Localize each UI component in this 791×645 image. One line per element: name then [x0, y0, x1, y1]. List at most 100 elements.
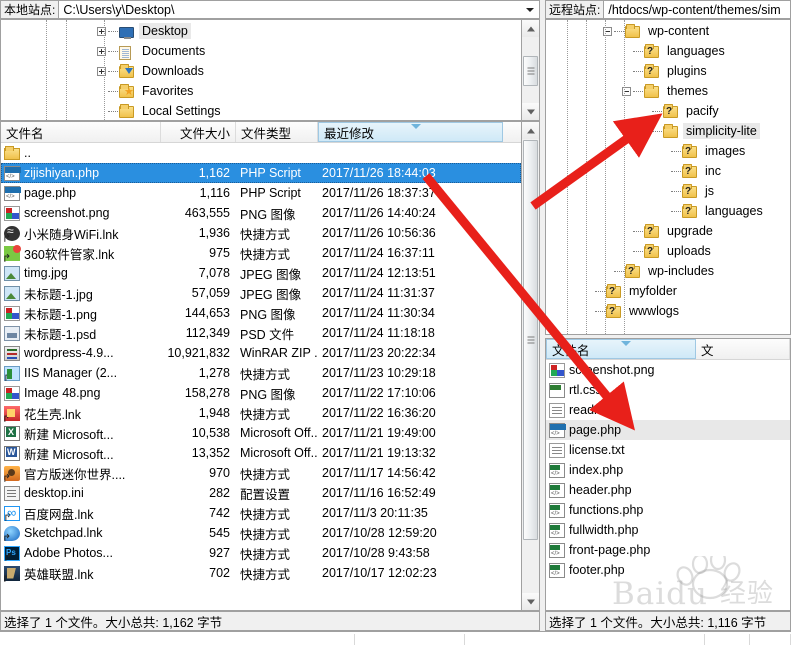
column-header-name[interactable]: 文件名	[1, 122, 161, 142]
local-file-list[interactable]: 文件名 文件大小文件类型 最近修改 .. zijishiyan.php 1,162 PHP…	[0, 121, 522, 611]
table-row[interactable]: ..	[1, 143, 521, 163]
cell-filetype: Microsoft Off...	[240, 426, 318, 440]
tree-node[interactable]: js	[546, 181, 790, 201]
jpg-file-icon	[4, 265, 20, 281]
table-row[interactable]: 新建 Microsoft... 10,538 Microsoft Off... 201…	[1, 423, 521, 443]
table-row[interactable]: 360软件管家.lnk 975 快捷方式 2017/11/24 16:37:11	[1, 243, 521, 263]
collapse-minus-icon[interactable]	[641, 126, 650, 136]
tree-node[interactable]: Documents	[1, 41, 521, 61]
local-directory-tree[interactable]: Desktop Documents Downloads Favorites Local …	[0, 19, 522, 121]
cell-filesize: 742	[209, 506, 230, 520]
tree-node[interactable]: myfolder	[546, 281, 790, 301]
tree-node[interactable]: inc	[546, 161, 790, 181]
cell-filename: 未标题-1.jpg	[1, 284, 161, 303]
tree-node[interactable]: Desktop	[1, 21, 521, 41]
table-row[interactable]: screenshot.png 463,555 PNG 图像 2017/11/26 14…	[1, 203, 521, 223]
sort-descending-icon	[621, 341, 631, 346]
local-list-rows[interactable]: .. zijishiyan.php 1,162 PHP Script 2017/11/2…	[1, 143, 521, 583]
table-row[interactable]: page.php	[546, 420, 790, 440]
tree-node[interactable]: images	[546, 141, 790, 161]
table-row[interactable]: page.php 1,116 PHP Script 2017/11/26 18:37:…	[1, 183, 521, 203]
column-header-size[interactable]: 文件大小	[161, 122, 236, 142]
table-row[interactable]: 花生壳.lnk 1,948 快捷方式 2017/11/22 16:36:20	[1, 403, 521, 423]
table-row[interactable]: readme.txt	[546, 400, 790, 420]
column-header-type[interactable]: 文件类型	[236, 122, 318, 142]
table-row[interactable]: rtl.css	[546, 380, 790, 400]
360-shortcut-icon	[2, 244, 21, 263]
cell-filename: 新建 Microsoft...	[1, 444, 161, 463]
table-row[interactable]: Sketchpad.lnk 545 快捷方式 2017/10/28 12:59:20	[1, 523, 521, 543]
tree-node[interactable]: plugins	[546, 61, 790, 81]
scroll-up-button[interactable]	[522, 122, 539, 139]
tree-node-label: languages	[705, 204, 763, 218]
table-row[interactable]: 新建 Microsoft... 13,352 Microsoft Off... 201…	[1, 443, 521, 463]
cell-filesize: 545	[209, 526, 230, 540]
filename-text: timg.jpg	[24, 266, 68, 280]
column-header-name[interactable]: 文件名	[546, 339, 696, 359]
tree-node[interactable]: Downloads	[1, 61, 521, 81]
tree-node[interactable]: upgrade	[546, 221, 790, 241]
table-row[interactable]: Adobe Photos... 927 快捷方式 2017/10/28 9:43:58	[1, 543, 521, 563]
table-row[interactable]: fullwidth.php	[546, 520, 790, 540]
local-tree-scrollbar[interactable]	[522, 19, 540, 121]
table-row[interactable]: license.txt	[546, 440, 790, 460]
tree-node[interactable]: themes	[546, 81, 790, 101]
remote-path-label: 远程站点:	[545, 0, 604, 19]
tree-node[interactable]: simplicity-lite	[546, 121, 790, 141]
local-list-header[interactable]: 文件名 文件大小 文件类型 最近修改	[1, 122, 521, 143]
tree-node[interactable]: wp-content	[546, 21, 790, 41]
table-row[interactable]: header.php	[546, 480, 790, 500]
table-row[interactable]: 小米随身WiFi.lnk 1,936 快捷方式 2017/11/26 10:56:36	[1, 223, 521, 243]
tree-node[interactable]: pacify	[546, 101, 790, 121]
table-row[interactable]: desktop.ini 282 配置设置 2017/11/16 16:52:49	[1, 483, 521, 503]
scroll-down-button[interactable]	[522, 103, 539, 120]
tree-node[interactable]: languages	[546, 41, 790, 61]
remote-path-value: /htdocs/wp-content/themes/sim	[608, 2, 781, 17]
remote-list-header[interactable]: 文件名 文	[546, 339, 790, 360]
table-row[interactable]: timg.jpg 7,078 JPEG 图像 2017/11/24 12:13:51	[1, 263, 521, 283]
table-row[interactable]: 官方版迷你世界.... 970 快捷方式 2017/11/17 14:56:42	[1, 463, 521, 483]
tree-node[interactable]: languages	[546, 201, 790, 221]
tree-node[interactable]: Favorites	[1, 81, 521, 101]
remote-file-list[interactable]: 文件名 文 screenshot.png rtl.css readme.txt page…	[545, 338, 791, 611]
table-row[interactable]: functions.php	[546, 500, 790, 520]
table-row[interactable]: screenshot.png	[546, 360, 790, 380]
table-row[interactable]: 未标题-1.jpg 57,059 JPEG 图像 2017/11/24 11:31:3…	[1, 283, 521, 303]
tree-node[interactable]: Local Settings	[1, 101, 521, 120]
table-row[interactable]: zijishiyan.php 1,162 PHP Script 2017/11/26 …	[1, 163, 521, 183]
table-row[interactable]: 百度网盘.lnk 742 快捷方式 2017/11/3 20:11:35	[1, 503, 521, 523]
local-list-scrollbar[interactable]	[522, 121, 540, 611]
scrollbar-thumb[interactable]	[523, 140, 538, 540]
tree-node[interactable]: uploads	[546, 241, 790, 261]
table-row[interactable]: IIS Manager (2... 1,278 快捷方式 2017/11/23 10:…	[1, 363, 521, 383]
chevron-down-icon[interactable]	[526, 7, 534, 12]
table-row[interactable]: footer.php	[546, 560, 790, 580]
table-row[interactable]: wordpress-4.9... 10,921,832 WinRAR ZIP ...…	[1, 343, 521, 363]
cell-filename: zijishiyan.php	[1, 165, 161, 181]
table-row[interactable]: Image 48.png 158,278 PNG 图像 2017/11/22 17:1…	[1, 383, 521, 403]
cell-filesize: 144,653	[184, 306, 230, 320]
tree-node-label: js	[705, 184, 715, 198]
column-header-size[interactable]: 文	[696, 339, 790, 359]
table-row[interactable]: 未标题-1.psd 112,349 PSD 文件 2017/11/24 11:18:1…	[1, 323, 521, 343]
column-header-date[interactable]: 最近修改	[318, 122, 503, 142]
local-path-combobox[interactable]: C:\Users\y\Desktop\	[58, 0, 540, 19]
cell-filename: readme.txt	[546, 402, 786, 418]
table-row[interactable]: 英雄联盟.lnk 702 快捷方式 2017/10/17 12:02:23	[1, 563, 521, 583]
table-row[interactable]: index.php	[546, 460, 790, 480]
tree-connector	[108, 50, 118, 52]
txt-file-icon	[549, 442, 565, 458]
scroll-down-button[interactable]	[522, 593, 539, 610]
remote-path-combobox[interactable]: /htdocs/wp-content/themes/sim	[603, 0, 791, 19]
local-status-bar: 选择了 1 个文件。大小总共: 1,162 字节	[0, 611, 540, 631]
tree-node[interactable]: wp-includes	[546, 261, 790, 281]
scrollbar-thumb[interactable]	[523, 56, 538, 86]
scroll-up-button[interactable]	[522, 20, 539, 37]
png-file-icon	[549, 362, 565, 378]
table-row[interactable]: front-page.php	[546, 540, 790, 560]
table-row[interactable]: 未标题-1.png 144,653 PNG 图像 2017/11/24 11:30:3…	[1, 303, 521, 323]
tree-node[interactable]: wwwlogs	[546, 301, 790, 321]
remote-directory-tree[interactable]: wp-content languages plugins themes pacify si…	[545, 19, 791, 335]
remote-list-rows[interactable]: screenshot.png rtl.css readme.txt page.php l…	[546, 360, 790, 580]
